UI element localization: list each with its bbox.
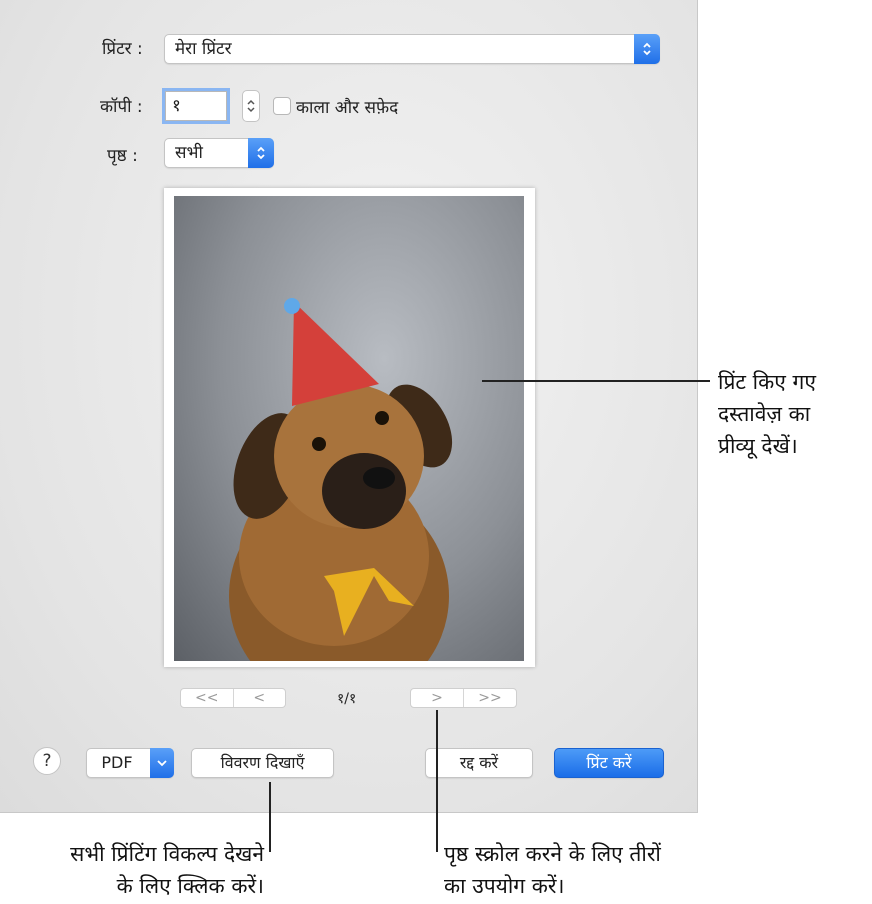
page-back-buttons: << < [180,688,286,708]
pdf-label: PDF [101,753,133,772]
preview-callout-line [482,380,710,382]
copies-label: कॉपी : [100,97,143,117]
help-button[interactable]: ? [33,747,61,775]
pages-label: पृष्ठ : [107,146,138,166]
printer-label: प्रिंटर : [102,39,143,59]
stepper-arrows-icon [247,99,255,113]
page-indicator: १/१ [337,691,357,707]
copies-input[interactable]: १ [165,91,227,121]
page-forward-buttons: > >> [410,688,517,708]
arrows-callout-line1: पृष्ठ स्क्रोल करने के लिए तीरों [444,842,661,866]
pages-select[interactable]: सभी [164,138,274,168]
details-callout-line [269,782,271,852]
next-page-button[interactable]: > [411,689,463,707]
chevron-updown-icon [248,138,274,168]
preview-callout-line3: प्रीव्यू देखें। [718,434,798,458]
preview-photo [174,196,524,661]
print-button[interactable]: प्रिंट करें [554,748,664,778]
chevron-updown-icon [634,34,660,64]
dog-party-hat-image [229,298,453,661]
pages-select-value: सभी [175,143,203,163]
first-page-button[interactable]: << [181,689,233,707]
copies-input-value: १ [172,96,181,116]
arrows-callout: पृष्ठ स्क्रोल करने के लिए तीरों का उपयोग… [444,838,661,902]
print-dialog: प्रिंटर : मेरा प्रिंटर कॉपी : १ काला और … [0,0,698,813]
details-callout-line2: के लिए क्लिक करें। [116,874,264,898]
details-callout: सभी प्रिंटिंग विकल्प देखने के लिए क्लिक … [70,838,264,902]
pdf-menu-button[interactable]: PDF [86,748,174,778]
chevron-down-icon [150,748,174,778]
last-page-button[interactable]: >> [463,689,516,707]
printer-select[interactable]: मेरा प्रिंटर [164,34,660,64]
show-details-button[interactable]: विवरण दिखाएँ [191,748,334,778]
printer-select-value: मेरा प्रिंटर [175,39,232,59]
arrows-callout-line [436,710,438,852]
details-callout-line1: सभी प्रिंटिंग विकल्प देखने [70,842,264,866]
black-white-label: काला और सफ़ेद [296,98,399,118]
preview-callout-line2: दस्तावेज़ का [718,402,811,426]
cancel-button[interactable]: रद्द करें [425,748,533,778]
previous-page-button[interactable]: < [232,689,286,707]
preview-callout-line1: प्रिंट किए गए [718,370,816,394]
print-preview [164,188,535,667]
copies-stepper[interactable] [242,90,260,122]
arrows-callout-line2: का उपयोग करें। [444,874,565,898]
preview-callout: प्रिंट किए गए दस्तावेज़ का प्रीव्यू देखे… [718,366,816,462]
black-white-checkbox[interactable] [273,97,291,115]
